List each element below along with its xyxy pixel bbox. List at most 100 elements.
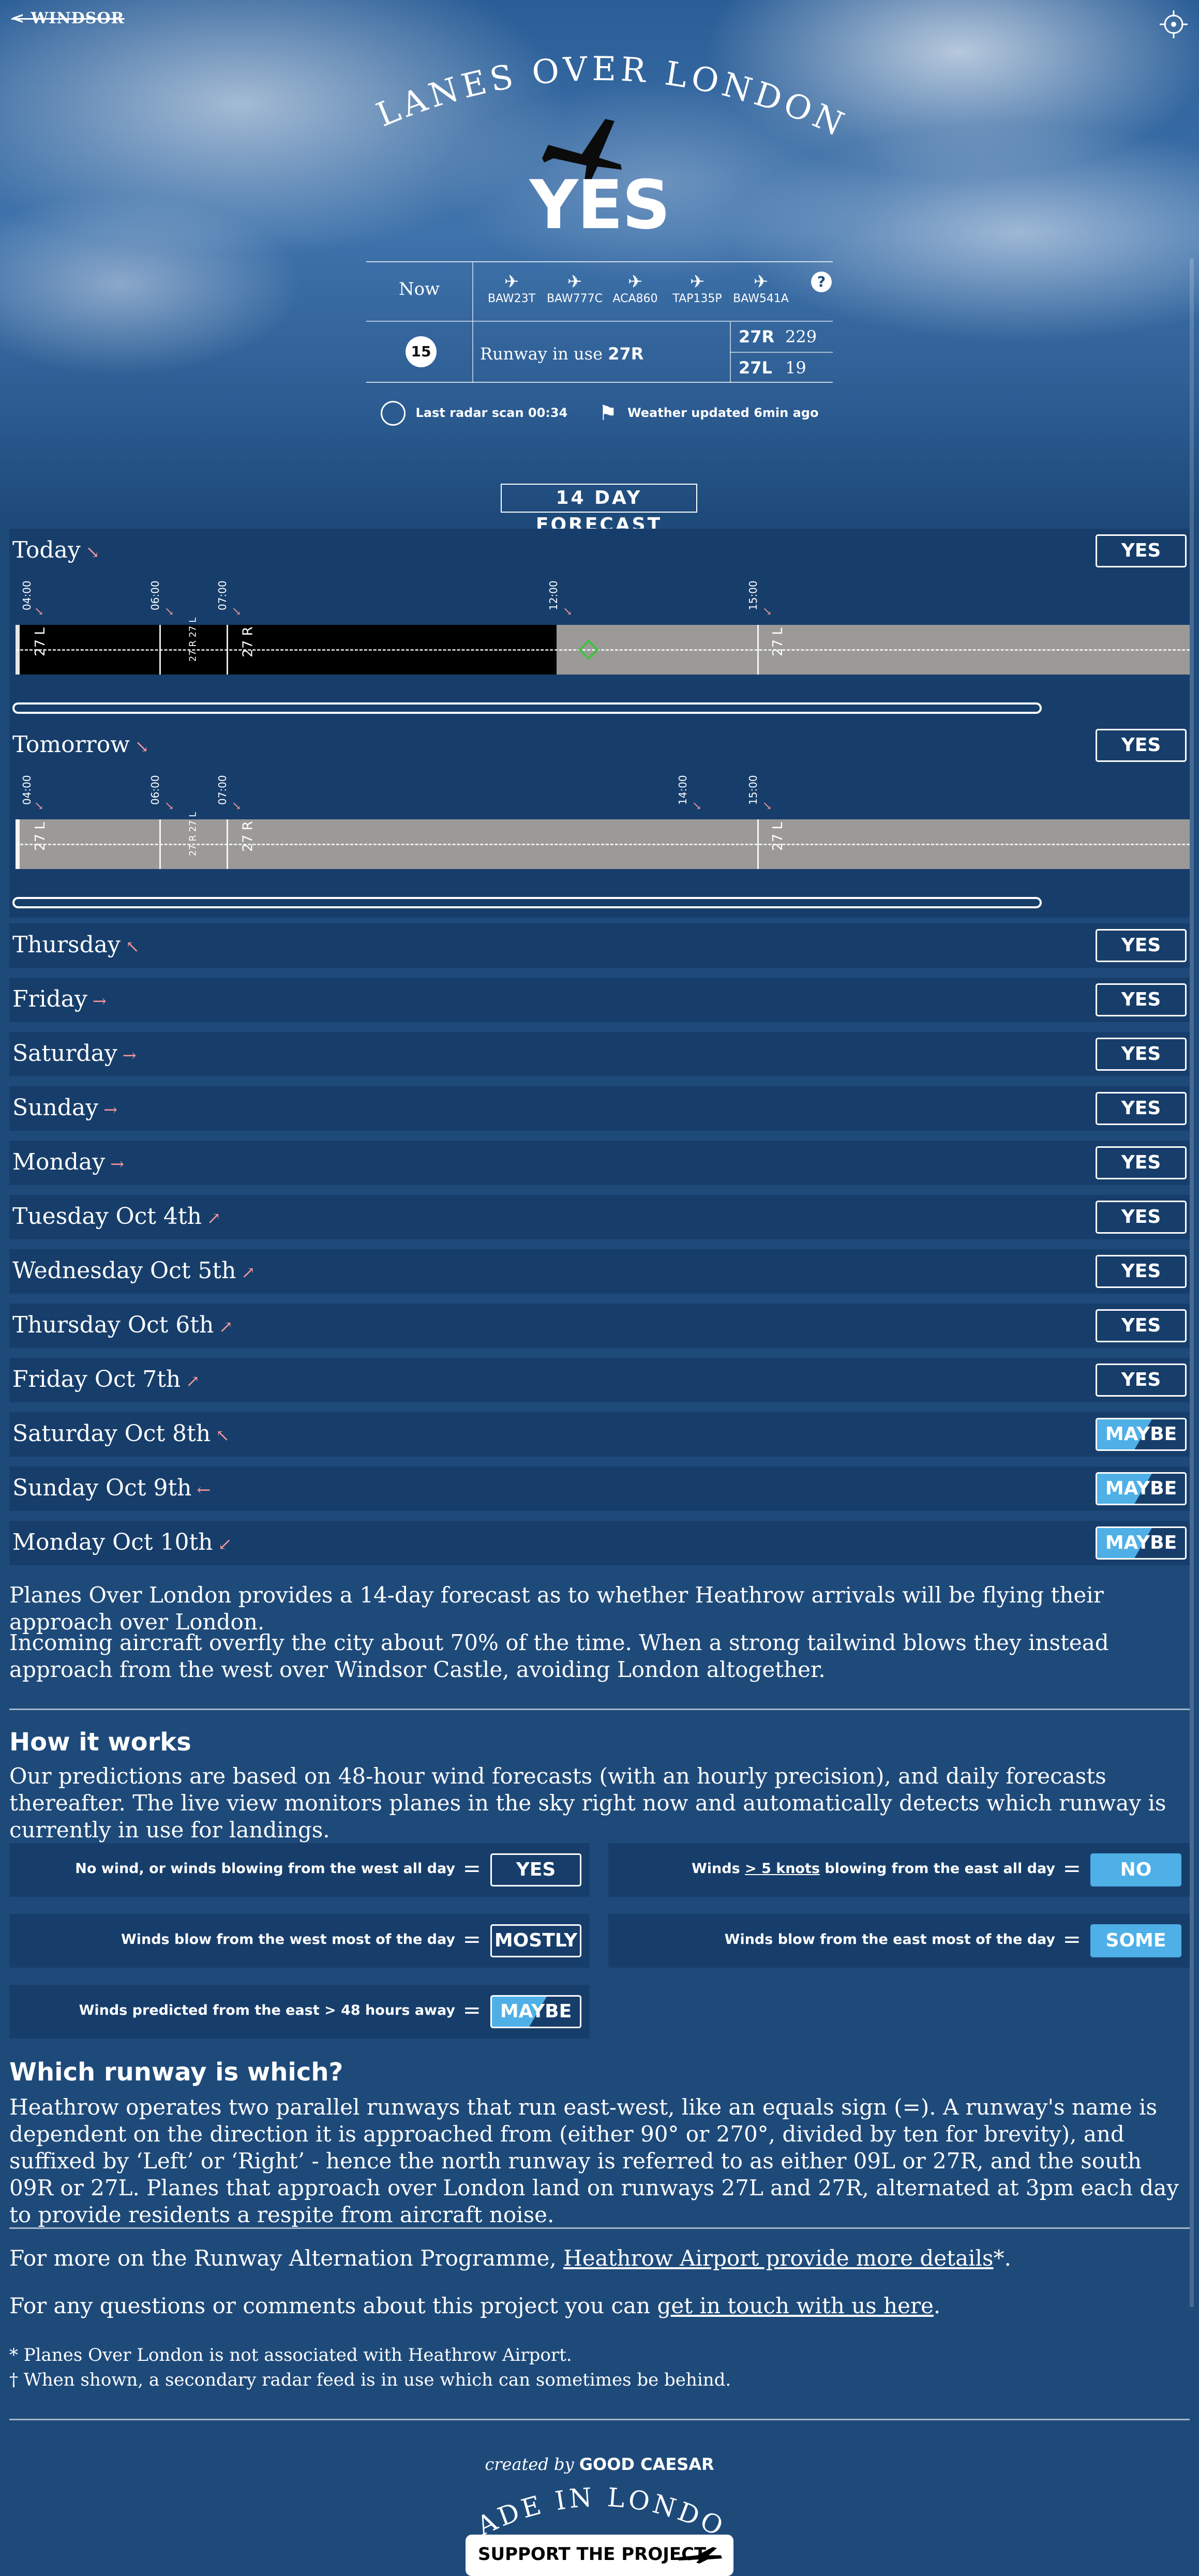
forecast-row[interactable]: Friday → YES	[9, 978, 1190, 1022]
intro-paragraph: Planes Over London provides a 14-day for…	[9, 1582, 1104, 1635]
flight-item[interactable]: ✈ BAW777C	[544, 272, 606, 305]
day-label: Tomorrow ↘	[12, 731, 149, 758]
time-label: 07:00	[216, 775, 229, 805]
wind-arrow-icon: ↗	[241, 1263, 256, 1282]
svg-text:MADE IN LONDON: MADE IN LONDON	[444, 2465, 730, 2543]
equals-sign: =	[1062, 1926, 1081, 1952]
time-label: 07:00	[216, 580, 229, 610]
forecast-badge: YES	[1096, 1364, 1187, 1397]
wind-arrow-icon: ↗	[206, 1208, 221, 1228]
day-label: Thursday Oct 6th ↗	[12, 1312, 233, 1338]
locate-icon[interactable]	[1159, 9, 1189, 39]
wind-arrow-icon: ↘	[232, 605, 242, 618]
hero-section: < WINDSOR PLANES OVER LONDON YES Now ✈BA…	[0, 0, 1199, 535]
forecast-row[interactable]: Wednesday Oct 5th ↗ YES	[9, 1249, 1190, 1294]
text-part: For any questions or comments about this…	[9, 2293, 657, 2318]
contact-link[interactable]: get in touch with us here	[657, 2293, 934, 2318]
forecast-row-today[interactable]: Today ↘ YES	[9, 529, 1190, 573]
day-name: Thursday	[12, 932, 121, 958]
forecast-row[interactable]: Monday Oct 10th ↙ MAYBE	[9, 1521, 1190, 1565]
day-label: Tuesday Oct 4th ↗	[12, 1203, 221, 1230]
runway-count-value: 19	[785, 358, 806, 378]
divider	[730, 352, 833, 353]
answer-text: YES	[529, 166, 671, 244]
legend-text: Winds > 5 knots blowing from the east al…	[692, 1861, 1055, 1877]
equals-sign: =	[462, 1926, 481, 1952]
timeline-scrollbar[interactable]	[12, 702, 1042, 714]
runway-track: 27 L 27 R 27 L 27 R 27 L	[16, 812, 1190, 869]
equals-sign: =	[1062, 1855, 1081, 1881]
forecast-header: 14 DAY FORECAST	[501, 484, 697, 535]
flight-item[interactable]: ✈ TAP135P	[666, 272, 728, 305]
time-label: 15:00	[747, 775, 759, 805]
start-marker	[16, 819, 20, 869]
support-project-button[interactable]: SUPPORT THE PROJECT	[466, 2535, 733, 2576]
flight-code: BAW777C	[546, 292, 603, 305]
wind-arrow-icon: →	[110, 1154, 124, 1174]
divider	[9, 1709, 1190, 1710]
wind-arrow-icon: →	[92, 991, 107, 1011]
day-name: Sunday	[12, 1095, 99, 1121]
plane-small-icon: ✈	[690, 272, 705, 292]
divider	[472, 262, 473, 383]
forecast-row[interactable]: Friday Oct 7th ↗ YES	[9, 1358, 1190, 1402]
forecast-row[interactable]: Tuesday Oct 4th ↗ YES	[9, 1195, 1190, 1239]
timeline-today[interactable]: 04:00 06:00 07:00 12:00 15:00 ↘ ↘ ↘ ↘ ↘ …	[9, 573, 1190, 723]
legend-text-part: blowing from the east all day	[819, 1861, 1055, 1877]
runway-label: 27 R	[240, 626, 256, 657]
runway-track: 27 L 27 R 27 L 27 R 27 L	[16, 618, 1190, 675]
heathrow-details-link[interactable]: Heathrow Airport provide more details	[563, 2245, 993, 2271]
runway-count: 27R 229	[739, 327, 827, 347]
wind-arrow-icon: ↘	[232, 800, 242, 813]
forecast-row[interactable]: Monday → YES	[9, 1141, 1190, 1185]
plane-small-icon: ✈	[753, 272, 769, 292]
day-label: Sunday Oct 9th ←	[12, 1475, 211, 1501]
legend-badge: YES	[490, 1853, 581, 1886]
forecast-row[interactable]: Sunday → YES	[9, 1086, 1190, 1131]
help-icon[interactable]: ?	[811, 272, 832, 292]
forecast-badge: YES	[1096, 1201, 1187, 1234]
legend-text: Winds blow from the east most of the day	[724, 1931, 1055, 1948]
forecast-badge: YES	[1096, 729, 1187, 762]
forecast-row[interactable]: Saturday Oct 8th ↖ MAYBE	[9, 1412, 1190, 1457]
forecast-row[interactable]: Thursday Oct 6th ↗ YES	[9, 1304, 1190, 1348]
flight-item[interactable]: ✈ BAW541A	[730, 272, 792, 305]
timeline-scrollbar[interactable]	[12, 897, 1042, 908]
knots-link[interactable]: > 5 knots	[745, 1861, 820, 1877]
forecast-row[interactable]: Thursday ↖ YES	[9, 923, 1190, 968]
flight-item[interactable]: ✈ BAW23T	[481, 272, 543, 305]
runway-label: 27 L	[770, 822, 786, 851]
forecast-badge: YES	[1096, 1309, 1187, 1342]
back-to-windsor-link[interactable]: < WINDSOR	[11, 9, 124, 27]
day-label: Friday Oct 7th ↗	[12, 1366, 200, 1392]
timeline-tomorrow[interactable]: 04:00 06:00 07:00 14:00 15:00 ↘ ↘ ↘ ↘ ↘ …	[9, 768, 1190, 918]
current-time-marker-icon	[578, 639, 599, 660]
flight-item[interactable]: ✈ ACA860	[604, 272, 666, 305]
day-name: Friday Oct 7th	[12, 1366, 181, 1392]
runway-label: 27 R	[240, 821, 256, 852]
plane-small-icon: ✈	[627, 272, 643, 292]
legend-item: Winds blow from the west most of the day…	[9, 1914, 590, 1968]
wind-arrow-icon: →	[122, 1045, 137, 1065]
forecast-badge: MAYBE	[1096, 1472, 1187, 1505]
day-name: Today	[12, 537, 81, 563]
day-name: Sunday Oct 9th	[12, 1475, 192, 1501]
text-part: *.	[993, 2245, 1011, 2271]
forecast-row-tomorrow[interactable]: Tomorrow ↘ YES	[9, 723, 1190, 768]
now-marker	[16, 625, 20, 675]
status-line: Last radar scan 00:34 ⚑ Weather updated 6m…	[0, 401, 1199, 426]
forecast-badge: MAYBE	[1096, 1418, 1187, 1451]
forecast-badge: YES	[1096, 929, 1187, 962]
wind-arrow-icon: →	[103, 1100, 117, 1119]
intro-paragraph: Incoming aircraft overfly the city about…	[9, 1630, 1109, 1682]
forecast-row[interactable]: Sunday Oct 9th ← MAYBE	[9, 1466, 1190, 1511]
wind-speed-badge: 15	[406, 336, 437, 367]
wind-arrow-icon: ↖	[216, 1426, 230, 1445]
forecast-row[interactable]: Saturday → YES	[9, 1032, 1190, 1076]
forecast-badge: YES	[1096, 534, 1187, 567]
forecast-badge: YES	[1096, 983, 1187, 1016]
page-scrollbar[interactable]	[1190, 259, 1194, 2307]
wind-arrow-icon: ↘	[164, 800, 174, 813]
plane-icon	[678, 2547, 722, 2564]
support-label: SUPPORT THE PROJECT	[478, 2544, 707, 2565]
